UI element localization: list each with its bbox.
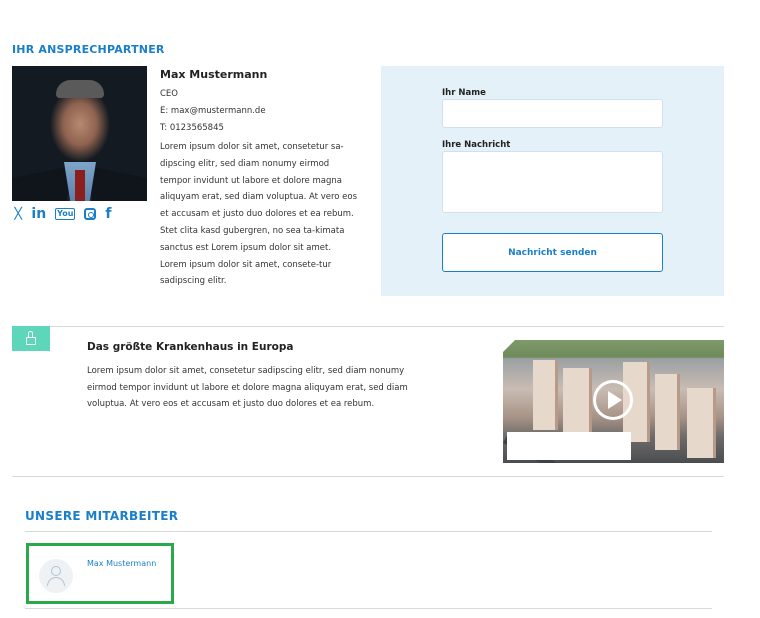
play-icon[interactable]: [593, 380, 633, 420]
staff-card[interactable]: Max Mustermann: [26, 543, 174, 604]
feature-text: Lorem ipsum dolor sit amet, consetetur s…: [87, 366, 408, 409]
youtube-icon[interactable]: You: [55, 208, 76, 220]
video-caption-box: [507, 432, 631, 460]
unlock-icon: [26, 331, 36, 345]
photo-tie: [75, 170, 85, 201]
staff-section-title: UNSERE MITARBEITER: [25, 509, 179, 523]
contact-bio: Lorem ipsum dolor sit amet, consetetur s…: [160, 142, 358, 287]
staff-divider-top: [25, 531, 712, 532]
instagram-icon[interactable]: [84, 208, 97, 220]
contact-email[interactable]: E: max@mustermann.de: [160, 106, 266, 116]
contact-phone[interactable]: T: 0123565845: [160, 123, 224, 133]
avatar-placeholder-icon: [39, 559, 73, 593]
video-building: [533, 360, 558, 430]
staff-divider-bottom: [25, 608, 712, 609]
contact-section-title: IHR ANSPRECHPARTNER: [12, 43, 165, 56]
photo-hair: [56, 80, 104, 98]
video-building: [563, 368, 592, 432]
video-building: [655, 374, 680, 450]
avatar-head: [51, 566, 61, 576]
feature-title: Das größte Krankenhaus in Europa: [87, 341, 294, 353]
staff-member-name[interactable]: Max Mustermann: [87, 559, 156, 568]
video-thumbnail[interactable]: [503, 340, 724, 463]
contact-photo: [12, 66, 147, 201]
xing-icon[interactable]: ᚷ: [14, 206, 22, 222]
photo-jacket-left: [12, 166, 72, 201]
video-building: [687, 388, 716, 458]
send-message-button[interactable]: Nachricht senden: [442, 233, 663, 272]
photo-jacket-right: [87, 166, 147, 201]
social-links: ᚷ in You f: [14, 206, 112, 222]
linkedin-icon[interactable]: in: [31, 206, 46, 222]
message-textarea[interactable]: [442, 151, 663, 213]
message-label: Ihre Nachricht: [442, 140, 511, 150]
play-triangle-icon: [608, 391, 622, 409]
contact-name: Max Mustermann: [160, 68, 268, 81]
divider-top: [12, 326, 724, 327]
name-input[interactable]: [442, 99, 663, 128]
name-label: Ihr Name: [442, 88, 486, 98]
facebook-icon[interactable]: f: [105, 206, 111, 222]
divider-middle: [12, 476, 724, 477]
lock-badge: [12, 326, 50, 351]
contact-role: CEO: [160, 89, 178, 99]
avatar-shoulders: [47, 577, 65, 586]
